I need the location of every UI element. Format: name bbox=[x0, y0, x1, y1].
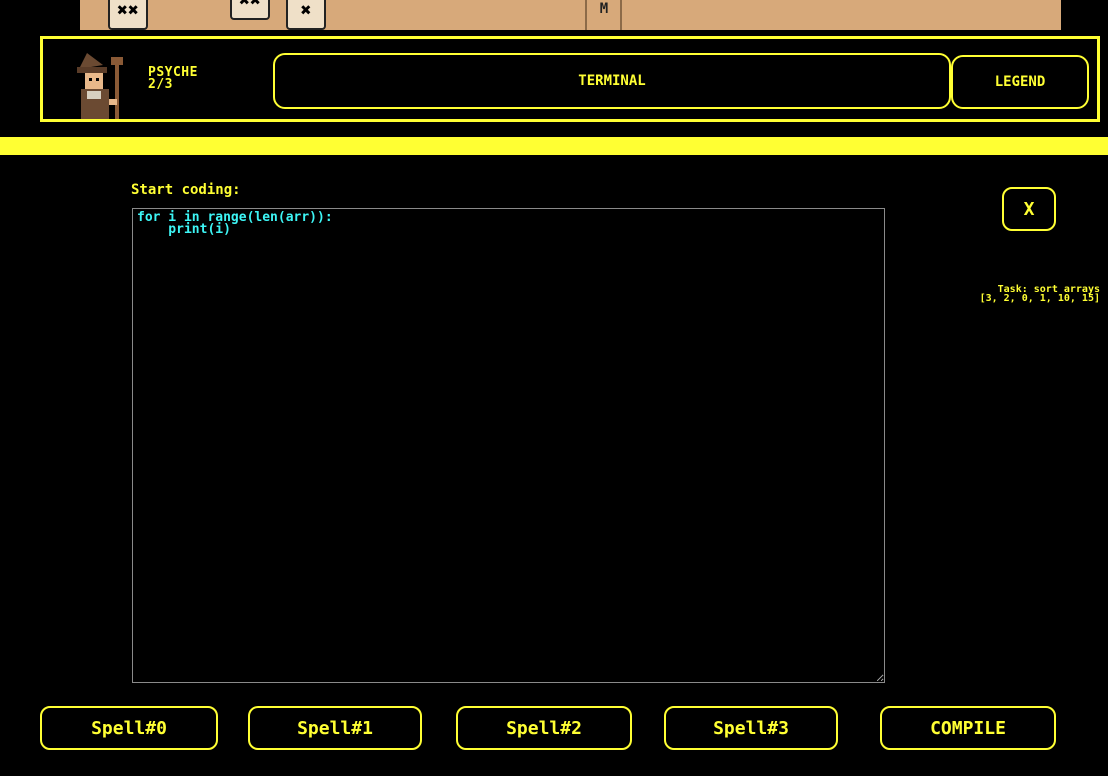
legend-button[interactable]: LEGEND bbox=[951, 55, 1089, 109]
editor-prompt-label: Start coding: bbox=[131, 182, 241, 198]
divider-band bbox=[0, 137, 1108, 155]
spell-1-button[interactable]: Spell#1 bbox=[248, 706, 422, 750]
spell-0-button[interactable]: Spell#0 bbox=[40, 706, 218, 750]
player-progress: 2/3 bbox=[148, 77, 173, 92]
header-panel: PSYCHE 2/3 TERMINAL LEGEND bbox=[40, 36, 1100, 122]
map-tile-crossed: ✖ bbox=[286, 0, 326, 30]
code-editor[interactable]: for i in range(len(arr)): print(i) bbox=[132, 208, 885, 683]
task-array: [3, 2, 0, 1, 10, 15] bbox=[979, 293, 1100, 304]
terminal-button[interactable]: TERMINAL bbox=[273, 53, 951, 109]
map-building-icon: M bbox=[599, 1, 609, 17]
map-divider bbox=[620, 0, 622, 30]
player-info: PSYCHE 2/3 bbox=[148, 66, 198, 92]
task-description: Task: sort arrays [3, 2, 0, 1, 10, 15] bbox=[880, 285, 1100, 304]
spell-3-button[interactable]: Spell#3 bbox=[664, 706, 838, 750]
map-tile-crossed: ✖✖ bbox=[230, 0, 270, 20]
map-tile-crossed: ✖✖ bbox=[108, 0, 148, 30]
wizard-avatar-icon bbox=[77, 53, 123, 119]
compile-button[interactable]: COMPILE bbox=[880, 706, 1056, 750]
game-map-strip: ✖✖ ✖✖ ✖ M bbox=[80, 0, 1061, 30]
close-button[interactable]: X bbox=[1002, 187, 1056, 231]
spell-2-button[interactable]: Spell#2 bbox=[456, 706, 632, 750]
